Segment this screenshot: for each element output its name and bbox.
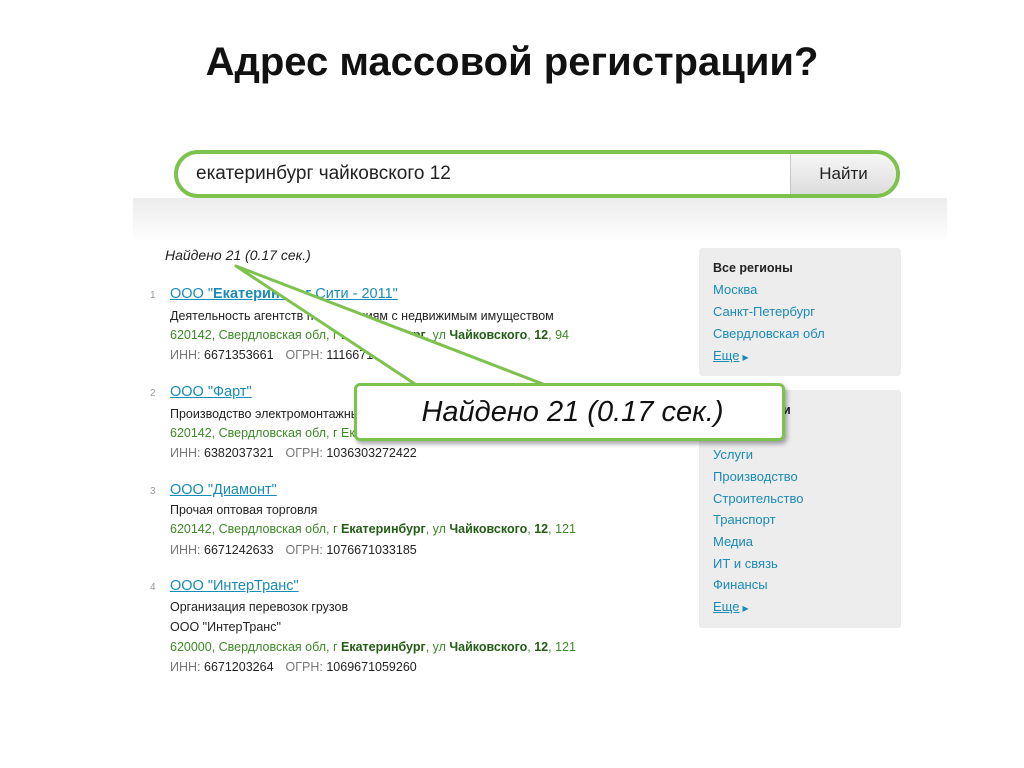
- industry-link[interactable]: Производство: [713, 469, 798, 484]
- search-box: Найти: [174, 150, 900, 198]
- result-title-link[interactable]: ООО "Екатеринбург Сити - 2011": [170, 284, 398, 304]
- search-button[interactable]: Найти: [790, 154, 896, 194]
- region-link[interactable]: Санкт-Петербург: [713, 304, 815, 319]
- callout-box: Найдено 21 (0.17 сек.): [354, 383, 785, 441]
- arrow-right-icon: ▶: [742, 353, 749, 362]
- result-title-link[interactable]: ООО "ИнтерТранс": [170, 576, 299, 596]
- result-address: 620000, Свердловская обл, г Екатеринбург…: [170, 640, 576, 654]
- industry-link[interactable]: Строительство: [713, 491, 803, 506]
- industry-link[interactable]: Услуги: [713, 447, 753, 462]
- callout-text: Найдено 21 (0.17 сек.): [421, 396, 724, 428]
- region-link[interactable]: Свердловская обл: [713, 326, 825, 341]
- result-item: 4 ООО "ИнтерТранс" Организация перевозок…: [150, 576, 630, 676]
- regions-panel: Все регионы Москва Санкт-Петербург Сверд…: [699, 248, 901, 376]
- result-title-link[interactable]: ООО "Диамонт": [170, 480, 277, 500]
- industry-link[interactable]: Финансы: [713, 577, 768, 592]
- result-number: 4: [150, 582, 156, 593]
- industry-link[interactable]: Транспорт: [713, 512, 776, 527]
- industries-more-link[interactable]: Еще ▶: [713, 599, 749, 614]
- result-ids: ИНН: 6671353661 ОГРН: 1116671...: [170, 348, 384, 362]
- result-activity: Организация перевозок грузов: [170, 600, 349, 614]
- result-number: 1: [150, 290, 156, 301]
- industry-link[interactable]: ИТ и связь: [713, 556, 778, 571]
- result-number: 3: [150, 486, 156, 497]
- result-ids: ИНН: 6671242633 ОГРН: 1076671033185: [170, 543, 417, 557]
- result-company-extra: ООО "ИнтерТранс": [170, 620, 281, 634]
- result-item: 1 ООО "Екатеринбург Сити - 2011" Деятель…: [150, 284, 630, 374]
- result-item: 3 ООО "Диамонт" Прочая оптовая торговля …: [150, 480, 630, 570]
- result-address: 620142, Свердловская обл, г Екатеринбург…: [170, 328, 569, 342]
- arrow-right-icon: ▶: [742, 604, 749, 613]
- regions-more-link[interactable]: Еще ▶: [713, 348, 749, 363]
- result-number: 2: [150, 388, 156, 399]
- result-activity: Прочая оптовая торговля: [170, 503, 318, 517]
- regions-heading: Все регионы: [713, 261, 793, 275]
- search-shadow: [133, 198, 947, 242]
- result-ids: ИНН: 6382037321 ОГРН: 1036303272422: [170, 446, 417, 460]
- industry-link[interactable]: Медиа: [713, 534, 753, 549]
- result-address: 620142, Свердловская обл, г Екатеринбург…: [170, 522, 576, 536]
- result-ids: ИНН: 6671203264 ОГРН: 1069671059260: [170, 660, 417, 674]
- results-count: Найдено 21 (0.17 сек.): [165, 247, 311, 263]
- slide-title: Адрес массовой регистрации?: [205, 40, 819, 84]
- result-activity: Деятельность агентств по операциям с нед…: [170, 309, 554, 323]
- result-title-link[interactable]: ООО "Фарт": [170, 382, 252, 402]
- search-input[interactable]: [196, 154, 786, 194]
- region-link[interactable]: Москва: [713, 282, 757, 297]
